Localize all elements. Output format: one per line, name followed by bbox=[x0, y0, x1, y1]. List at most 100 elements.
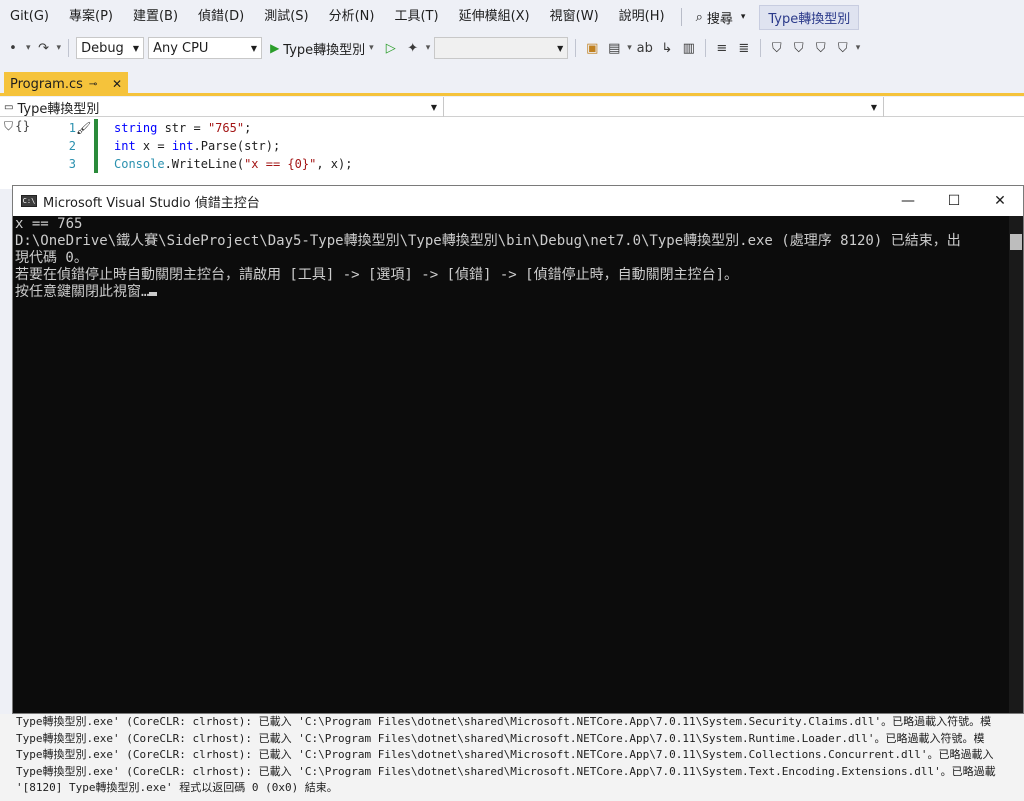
start-debugging-button[interactable]: ▶ Type轉換型別 ▾ bbox=[266, 39, 378, 58]
empty-dropdown[interactable]: ▼ bbox=[434, 37, 569, 59]
next-bookmark-icon[interactable]: ⛉ bbox=[812, 39, 830, 57]
bookmark-list-icon[interactable]: ▥ bbox=[680, 39, 698, 57]
console-line: D:\OneDrive\鐵人賽\SideProject\Day5-Type轉換型… bbox=[15, 233, 961, 249]
configuration-dropdown[interactable]: Debug ▼ bbox=[76, 37, 145, 59]
debug-console-window[interactable]: C:\ Microsoft Visual Studio 偵錯主控台 — ☐ ✕ … bbox=[12, 185, 1024, 714]
tab-program-cs[interactable]: Program.cs ⊸ ✕ bbox=[4, 72, 128, 96]
member-dropdown[interactable] bbox=[884, 97, 1024, 117]
line-numbers: 1 2 3 bbox=[60, 119, 76, 173]
menu-tools[interactable]: 工具(T) bbox=[384, 0, 448, 34]
menu-git[interactable]: Git(G) bbox=[0, 0, 59, 34]
redo-icon[interactable]: ↷ bbox=[35, 39, 53, 57]
line-number: 2 bbox=[68, 139, 76, 153]
output-line: Type轉換型別.exe' (CoreCLR: clrhost): 已載入 'C… bbox=[16, 715, 992, 728]
chevron-down-icon[interactable]: ▾ bbox=[57, 43, 62, 53]
chevron-down-icon[interactable]: ▾ bbox=[426, 43, 431, 53]
menu-build[interactable]: 建置(B) bbox=[123, 0, 188, 34]
chevron-down-icon: ▼ bbox=[870, 102, 877, 112]
search-icon: ⌕ bbox=[695, 9, 703, 25]
menu-bar: Git(G) 專案(P) 建置(B) 偵錯(D) 測試(S) 分析(N) 工具(… bbox=[0, 0, 1024, 34]
spell-check-icon[interactable]: ab bbox=[636, 39, 654, 57]
toolbar-separator bbox=[704, 39, 706, 57]
project-label: Type轉換型別 bbox=[17, 101, 100, 117]
console-title: Microsoft Visual Studio 偵錯主控台 bbox=[43, 195, 260, 211]
chevron-down-icon[interactable]: ▾ bbox=[856, 43, 861, 53]
menu-debug[interactable]: 偵錯(D) bbox=[188, 0, 254, 34]
console-line: 若要在偵錯停止時自動關閉主控台，請啟用 [工具] -> [選項] -> [偵錯]… bbox=[15, 267, 739, 283]
output-line: Type轉換型別.exe' (CoreCLR: clrhost): 已載入 'C… bbox=[16, 748, 994, 761]
console-line: x == 765 bbox=[15, 216, 83, 232]
toolbar-separator bbox=[68, 39, 70, 57]
code-line: Console.WriteLine("x == {0}", x); bbox=[114, 157, 353, 171]
bookmark-icon[interactable]: ⛉ bbox=[768, 39, 786, 57]
back-icon[interactable]: • bbox=[4, 39, 22, 57]
previous-bookmark-icon[interactable]: ⛉ bbox=[790, 39, 808, 57]
menu-analyze[interactable]: 分析(N) bbox=[319, 0, 385, 34]
output-line: Type轉換型別.exe' (CoreCLR: clrhost): 已載入 'C… bbox=[16, 764, 996, 778]
console-line: 現代碼 0。 bbox=[15, 250, 88, 266]
scrollbar-thumb[interactable] bbox=[1010, 234, 1022, 250]
uncomment-icon[interactable]: ≣ bbox=[735, 39, 753, 57]
platform-value: Any CPU bbox=[153, 40, 209, 56]
toolbar-separator bbox=[575, 39, 577, 57]
window-layout-icon[interactable]: ▤ bbox=[605, 39, 623, 57]
document-tab-strip: Program.cs ⊸ ✕ bbox=[0, 66, 1024, 96]
close-button[interactable]: ✕ bbox=[977, 186, 1023, 216]
toolbar: • ▾ ↷ ▾ Debug ▼ Any CPU ▼ ▶ Type轉換型別 ▾ ▷… bbox=[0, 34, 1024, 62]
bookmark-icon: ⛉ bbox=[4, 119, 14, 133]
chevron-down-icon: ▼ bbox=[132, 43, 140, 53]
chevron-down-icon: ▾ bbox=[369, 43, 374, 53]
navigation-bar: ▭ Type轉換型別 ▼ ▼ bbox=[0, 97, 1024, 117]
code-map-icon: {} bbox=[15, 119, 31, 133]
chevron-down-icon: ▼ bbox=[250, 43, 258, 53]
console-app-icon: C:\ bbox=[21, 195, 37, 207]
menu-project[interactable]: 專案(P) bbox=[59, 0, 123, 34]
start-without-debugging-icon[interactable]: ▷ bbox=[382, 39, 400, 57]
project-dropdown[interactable]: ▭ Type轉換型別 ▼ bbox=[0, 97, 444, 117]
chevron-down-icon: ▼ bbox=[430, 102, 437, 112]
code-line: string str = "765"; bbox=[114, 121, 252, 135]
clear-bookmarks-icon[interactable]: ⛉ bbox=[834, 39, 852, 57]
chevron-down-icon: ▾ bbox=[740, 12, 746, 22]
change-tracking-bar bbox=[94, 119, 98, 173]
line-number: 1 bbox=[68, 121, 76, 135]
code-editor[interactable]: ⛉ {} 1 2 3 🖌 string str = "765"; int x =… bbox=[0, 117, 1024, 189]
type-dropdown[interactable]: ▼ bbox=[444, 97, 884, 117]
code-line: int x = int.Parse(str); bbox=[114, 139, 281, 153]
run-target-label: Type轉換型別 bbox=[283, 42, 366, 58]
pin-icon[interactable]: ⊸ bbox=[89, 79, 97, 90]
brush-icon[interactable]: 🖌 bbox=[76, 121, 92, 137]
gutter-icons: ⛉ {} bbox=[4, 119, 30, 134]
play-icon: ▶ bbox=[270, 41, 280, 55]
folder-icon[interactable]: ▣ bbox=[583, 39, 601, 57]
search-label: 搜尋 bbox=[706, 11, 733, 27]
chevron-down-icon[interactable]: ▾ bbox=[627, 43, 632, 53]
chevron-down-icon: ▼ bbox=[557, 43, 564, 53]
close-icon[interactable]: ✕ bbox=[112, 77, 122, 91]
maximize-button[interactable]: ☐ bbox=[931, 186, 977, 216]
menu-test[interactable]: 測試(S) bbox=[254, 0, 318, 34]
comment-icon[interactable]: ≡ bbox=[713, 39, 731, 57]
configuration-value: Debug bbox=[81, 40, 124, 56]
minimize-button[interactable]: — bbox=[885, 186, 931, 216]
code-text[interactable]: string str = "765"; int x = int.Parse(st… bbox=[114, 119, 352, 173]
output-line: '[8120] Type轉換型別.exe' 程式以返回碼 0 (0x0) 結束。 bbox=[16, 781, 338, 794]
output-line: Type轉換型別.exe' (CoreCLR: clrhost): 已載入 'C… bbox=[16, 731, 985, 745]
output-pane[interactable]: Type轉換型別.exe' (CoreCLR: clrhost): 已載入 'C… bbox=[0, 714, 1024, 801]
menu-extensions[interactable]: 延伸模組(X) bbox=[449, 0, 540, 34]
tab-label: Program.cs bbox=[10, 76, 83, 92]
menu-help[interactable]: 說明(H) bbox=[609, 0, 675, 34]
search-box[interactable]: ⌕ 搜尋 ▾ bbox=[688, 8, 754, 27]
console-output[interactable]: x == 765 D:\OneDrive\鐵人賽\SideProject\Day5… bbox=[13, 216, 1023, 713]
chevron-down-icon[interactable]: ▾ bbox=[26, 43, 31, 53]
menu-window[interactable]: 視窗(W) bbox=[540, 0, 609, 34]
step-icon[interactable]: ↳ bbox=[658, 39, 676, 57]
console-line: 按任意鍵關閉此視窗… bbox=[15, 284, 150, 300]
console-title-bar[interactable]: C:\ Microsoft Visual Studio 偵錯主控台 — ☐ ✕ bbox=[13, 186, 1023, 216]
solution-title: Type轉換型別 bbox=[759, 4, 860, 30]
line-number: 3 bbox=[68, 157, 76, 171]
hot-reload-icon[interactable]: ✦ bbox=[404, 39, 422, 57]
console-scrollbar[interactable] bbox=[1009, 216, 1023, 713]
platform-dropdown[interactable]: Any CPU ▼ bbox=[148, 37, 263, 59]
toolbar-separator bbox=[759, 39, 761, 57]
